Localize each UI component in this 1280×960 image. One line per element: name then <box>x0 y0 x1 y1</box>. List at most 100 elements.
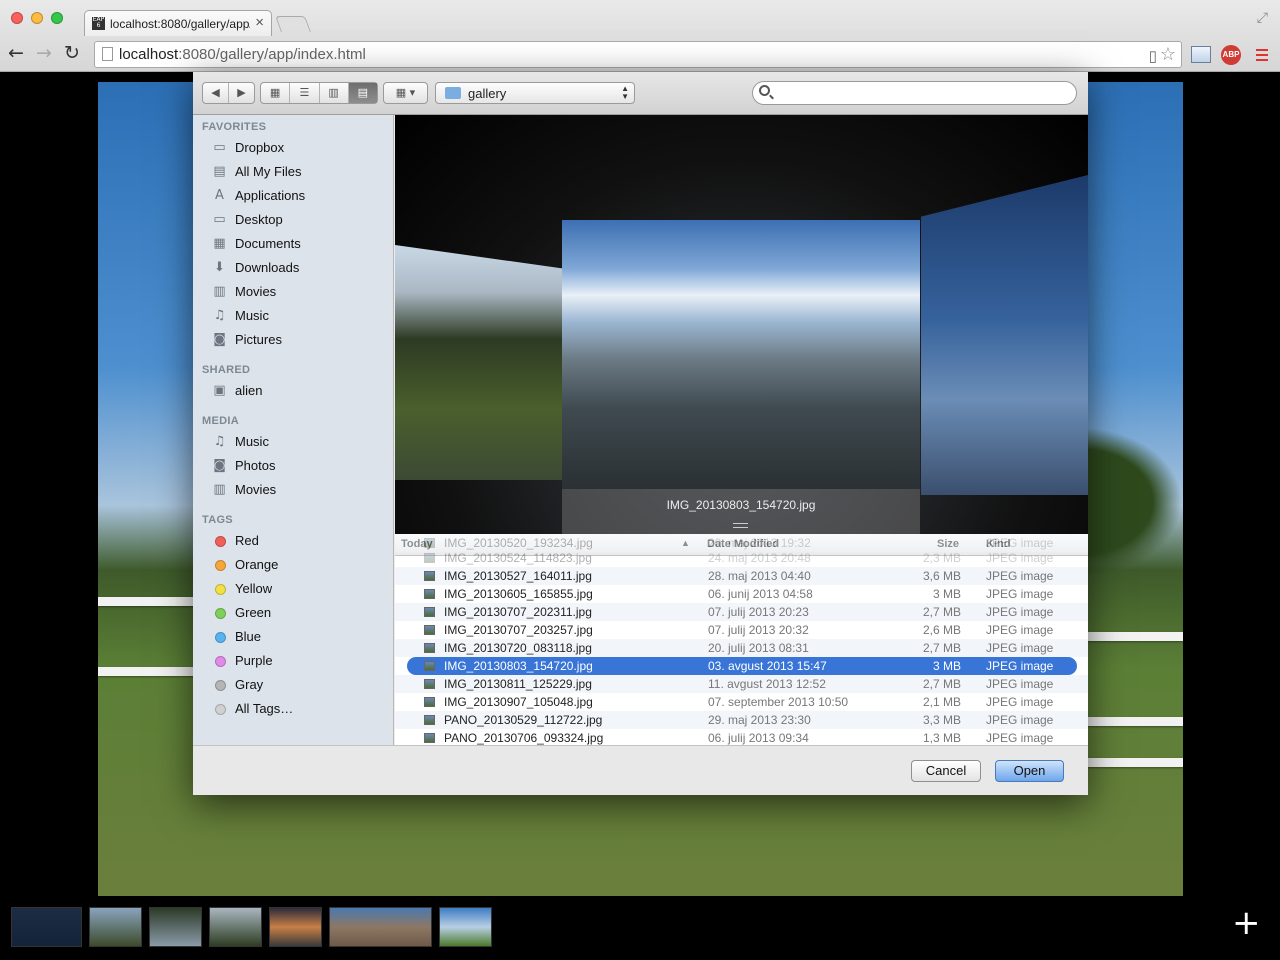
file-kind: JPEG image <box>986 551 1054 565</box>
minimize-window-icon[interactable] <box>31 12 43 24</box>
sidebar-item-downloads[interactable]: ⬇ Downloads <box>193 256 393 280</box>
sidebar-item-documents[interactable]: ▦ Documents <box>193 232 393 256</box>
list-view-button[interactable]: ☰ <box>289 83 318 103</box>
folder-icon: ▭ <box>213 140 226 155</box>
forward-nav-button[interactable]: ▶ <box>228 83 254 103</box>
sidebar-tag-item[interactable]: Orange <box>193 553 393 577</box>
sidebar-item-photos[interactable]: ◙ Photos <box>193 454 393 478</box>
previous-image-card[interactable] <box>395 245 563 480</box>
sidebar-item-music[interactable]: ♫ Music <box>193 304 393 328</box>
file-row[interactable]: IMG_20130720_083118.jpg 20. julij 2013 08… <box>395 639 1088 657</box>
url-text: localhost:8080/gallery/app/index.html <box>119 46 366 63</box>
file-row[interactable]: IMG_20130707_203257.jpg 07. julij 2013 20… <box>395 621 1088 639</box>
file-row[interactable]: IMG_20130707_202311.jpg 07. julij 2013 20… <box>395 603 1088 621</box>
new-tab-button[interactable] <box>275 16 311 32</box>
file-row[interactable]: IMG_20130527_164011.jpg 28. maj 2013 04:4… <box>395 567 1088 585</box>
file-size: 2,3 MB <box>922 551 961 565</box>
jpeg-file-icon <box>424 715 435 725</box>
column-view-button[interactable]: ▥ <box>318 83 348 103</box>
sidebar-item-dropbox[interactable]: ▭ Dropbox <box>193 136 393 160</box>
fence-rail <box>1083 717 1183 726</box>
tag-dot-icon <box>215 608 226 619</box>
extension-window-icon[interactable] <box>1191 46 1211 63</box>
close-window-icon[interactable] <box>11 12 23 24</box>
icon-view-button[interactable]: ▦ <box>261 83 289 103</box>
sidebar-tag-item[interactable]: Purple <box>193 649 393 673</box>
documents-icon: ▦ <box>213 236 226 251</box>
thumbnail[interactable] <box>329 907 432 947</box>
sidebar-item-applications[interactable]: A Applications <box>193 184 393 208</box>
thumbnail[interactable] <box>89 907 142 947</box>
thumbnail[interactable] <box>149 907 202 947</box>
file-name: IMG_20130803_154720.jpg <box>444 659 593 673</box>
file-date: 29. maj 2013 23:30 <box>708 713 811 727</box>
thumbnail[interactable] <box>11 907 82 947</box>
dialog-footer: Cancel Open <box>193 745 1088 795</box>
sidebar-tag-item[interactable]: Gray <box>193 673 393 697</box>
file-row[interactable]: PANO_20130706_093324.jpg 06. julij 2013 0… <box>395 729 1088 745</box>
file-date: 03. avgust 2013 15:47 <box>708 659 827 673</box>
file-size: 2,6 MB <box>922 623 961 637</box>
file-date: 28. maj 2013 04:40 <box>708 569 811 583</box>
address-bar[interactable]: localhost:8080/gallery/app/index.html ▯ … <box>94 41 1182 68</box>
sidebar-tag-item[interactable]: Yellow <box>193 577 393 601</box>
shared-heading: SHARED <box>202 364 251 376</box>
sidebar-item-pictures[interactable]: ◙ Pictures <box>193 328 393 352</box>
jpeg-file-icon <box>424 697 435 707</box>
file-kind: JPEG image <box>986 587 1054 601</box>
current-image-card[interactable] <box>562 220 920 489</box>
sidebar-item-desktop[interactable]: ▭ Desktop <box>193 208 393 232</box>
file-size: 3,3 MB <box>922 713 961 727</box>
bookmark-star-icon[interactable]: ☆ <box>1160 44 1176 65</box>
folder-icon <box>445 87 461 99</box>
resize-grip-icon[interactable] <box>733 523 748 528</box>
fullscreen-icon[interactable]: ⤢ <box>1257 9 1268 26</box>
jpeg-file-icon <box>424 733 435 743</box>
camera-icon: ◙ <box>213 458 226 473</box>
sidebar-item-alien[interactable]: ▣ alien <box>193 379 393 403</box>
search-field[interactable] <box>752 81 1077 105</box>
sidebar-item-all-my-files[interactable]: ▤ All My Files <box>193 160 393 184</box>
favorites-heading: FAVORITES <box>202 121 267 133</box>
file-row[interactable]: IMG_20130605_165855.jpg 06. junij 2013 04… <box>395 585 1088 603</box>
sidebar-tag-item[interactable]: All Tags… <box>193 697 393 721</box>
thumbnail[interactable] <box>209 907 262 947</box>
next-image-card[interactable] <box>921 175 1088 495</box>
browser-tab[interactable]: EAP 6 localhost:8080/gallery/app/index.h… <box>84 10 272 36</box>
file-name: IMG_20130527_164011.jpg <box>444 569 592 583</box>
media-heading: MEDIA <box>202 415 239 427</box>
file-row[interactable]: IMG_20130811_125229.jpg 11. avgust 2013 1… <box>395 675 1088 693</box>
back-icon[interactable]: ← <box>8 42 24 64</box>
jpeg-file-icon <box>424 661 435 671</box>
file-row[interactable]: IMG_20130907_105048.jpg 07. september 201… <box>395 693 1088 711</box>
menu-icon[interactable] <box>1256 49 1268 61</box>
tag-dot-icon <box>215 584 226 595</box>
thumbnail[interactable] <box>269 907 322 947</box>
tab-close-icon[interactable]: × <box>255 15 264 31</box>
thumbnail[interactable] <box>439 907 492 947</box>
back-nav-button[interactable]: ◀ <box>203 83 228 103</box>
zoom-window-icon[interactable] <box>51 12 63 24</box>
file-row[interactable]: IMG_20130524_114823.jpg 24. maj 2013 20:4… <box>395 549 1088 567</box>
open-file-dialog: ◀ ▶ ▦ ☰ ▥ ▤ ▦ ▾ gallery ▲ ▼ FAVORITES ▭ Dr… <box>193 72 1088 795</box>
cancel-button[interactable]: Cancel <box>911 760 981 782</box>
reader-icon[interactable]: ▯ <box>1149 47 1157 65</box>
sidebar-item-movies[interactable]: ▥ Movies <box>193 280 393 304</box>
adblock-icon[interactable]: ABP <box>1221 45 1241 65</box>
forward-icon[interactable]: → <box>36 42 52 64</box>
file-row[interactable]: PANO_20130529_112722.jpg 29. maj 2013 23:… <box>395 711 1088 729</box>
add-photo-button[interactable]: + <box>1232 906 1261 940</box>
preview-filename: IMG_20130803_154720.jpg <box>666 498 816 512</box>
reload-icon[interactable]: ↻ <box>64 42 80 64</box>
sidebar-item-media-movies[interactable]: ▥ Movies <box>193 478 393 502</box>
open-button[interactable]: Open <box>995 760 1064 782</box>
file-row[interactable]: IMG_20130803_154720.jpg 03. avgust 2013 1… <box>407 657 1077 675</box>
sidebar-tag-item[interactable]: Blue <box>193 625 393 649</box>
arrange-button[interactable]: ▦ ▾ <box>384 83 427 103</box>
fence-rail <box>98 667 208 676</box>
coverflow-view-button[interactable]: ▤ <box>347 83 377 103</box>
sidebar-tag-item[interactable]: Green <box>193 601 393 625</box>
sidebar-tag-item[interactable]: Red <box>193 529 393 553</box>
sidebar-item-media-music[interactable]: ♫ Music <box>193 430 393 454</box>
location-popup[interactable]: gallery ▲ ▼ <box>435 82 635 104</box>
